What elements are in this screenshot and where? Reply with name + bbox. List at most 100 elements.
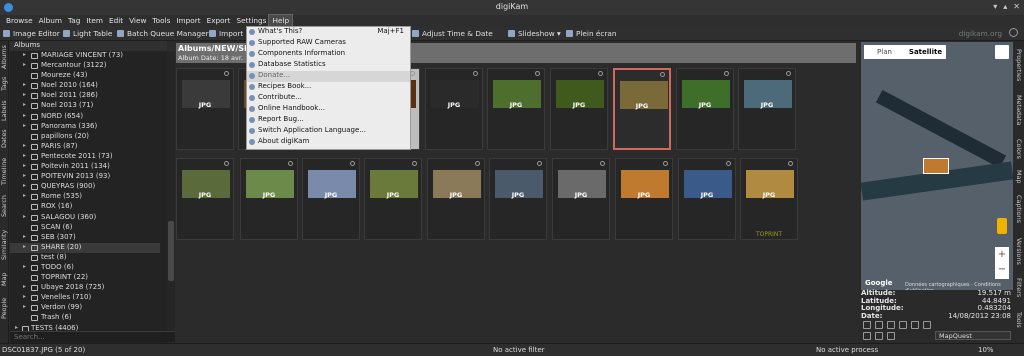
tab-labels[interactable]: Labels xyxy=(0,97,9,125)
map-select-icon[interactable] xyxy=(899,321,907,329)
batch-queue-button[interactable]: Batch Queue Manager xyxy=(117,29,209,38)
album-tree-item[interactable]: SCAN (6) xyxy=(10,223,160,233)
thumbnail-info-icon[interactable] xyxy=(473,71,478,76)
tab-properties[interactable]: Properties xyxy=(1014,43,1023,87)
menu-import[interactable]: Import xyxy=(173,15,203,27)
image-editor-button[interactable]: Image Editor xyxy=(3,29,60,38)
help-menu-item[interactable]: Database Statistics xyxy=(247,60,410,71)
expand-arrow-icon[interactable]: ▸ xyxy=(23,81,26,88)
thumbnail-info-icon[interactable] xyxy=(224,161,229,166)
album-tree-item[interactable]: ▸ SHARE (20) xyxy=(10,242,160,253)
menu-export[interactable]: Export xyxy=(204,15,234,27)
tab-colors[interactable]: Colors xyxy=(1014,133,1023,165)
brand-link[interactable]: digikam.org xyxy=(959,29,1002,38)
album-tree-item[interactable]: ROX (16) xyxy=(10,202,160,212)
expand-arrow-icon[interactable]: ▸ xyxy=(23,112,26,119)
thumbnail-info-icon[interactable] xyxy=(288,161,293,166)
album-tree-item[interactable]: Trash (6) xyxy=(10,313,160,323)
maximize-icon[interactable]: ▴ xyxy=(1003,2,1007,11)
album-tree-item[interactable]: ▸ TODO (6) xyxy=(10,263,160,273)
thumbnail-item[interactable]: JPG xyxy=(552,158,610,240)
album-tree-item[interactable]: ▸ Noel 2010 (164) xyxy=(10,81,160,91)
thumbnail-info-icon[interactable] xyxy=(663,161,668,166)
zoom-in-icon[interactable]: + xyxy=(995,247,1009,262)
menu-item[interactable]: Item xyxy=(83,15,106,27)
menu-view[interactable]: View xyxy=(126,15,149,27)
expand-arrow-icon[interactable]: ▸ xyxy=(23,293,26,300)
album-tree-item[interactable]: ▸ QUEYRAS (900) xyxy=(10,182,160,192)
tab-captions[interactable]: Captions xyxy=(1014,189,1023,229)
album-tree-item[interactable]: ▸ Rome (535) xyxy=(10,192,160,202)
expand-arrow-icon[interactable]: ▸ xyxy=(23,172,26,179)
adjust-time-button[interactable]: Adjust Time & Date xyxy=(412,29,493,38)
map-zoom-control[interactable]: + − xyxy=(995,247,1009,279)
zoom-out-icon[interactable]: − xyxy=(995,262,1009,277)
expand-arrow-icon[interactable]: ▸ xyxy=(23,243,26,250)
album-tree-item[interactable]: test (8) xyxy=(10,253,160,263)
scrollbar-thumb[interactable] xyxy=(168,221,174,281)
album-tree-item[interactable]: ▸ Venelles (710) xyxy=(10,293,160,303)
map-filter-icon[interactable] xyxy=(911,321,919,329)
thumbnail-info-icon[interactable] xyxy=(788,161,793,166)
thumbnail-info-icon[interactable] xyxy=(600,161,605,166)
thumbnail-info-icon[interactable] xyxy=(786,71,791,76)
map-sort-icon[interactable] xyxy=(863,332,871,340)
expand-arrow-icon[interactable]: ▸ xyxy=(23,162,26,169)
tab-map-right[interactable]: Map xyxy=(1014,167,1023,187)
thumbnail-item[interactable]: JPG xyxy=(240,158,298,240)
album-tree-item[interactable]: ▸ MARIAGE VINCENT (73) xyxy=(10,51,160,61)
album-tree-item[interactable]: ▸ SALAGOU (360) xyxy=(10,213,160,223)
thumbnail-item[interactable]: JPG xyxy=(550,68,608,150)
thumbnail-item[interactable]: JPG xyxy=(176,68,234,150)
map-fit-icon[interactable] xyxy=(887,321,895,329)
import-button[interactable]: Import xyxy=(209,29,243,38)
album-tree-item[interactable]: ▸ Mercantour (3122) xyxy=(10,61,160,71)
thumbnail-info-icon[interactable] xyxy=(535,71,540,76)
album-tree-item[interactable]: Moureze (43) xyxy=(10,71,160,81)
map-tab-plan[interactable]: Plan xyxy=(864,45,905,59)
album-tree-scrollbar[interactable] xyxy=(167,51,175,333)
thumbnail-item[interactable]: JPG xyxy=(678,158,736,240)
menu-tag[interactable]: Tag xyxy=(65,15,83,27)
thumbnail-item[interactable]: JPG TOPRINT xyxy=(740,158,798,240)
help-menu-item[interactable]: Components Information xyxy=(247,49,410,60)
tab-tools[interactable]: Tools xyxy=(1014,305,1023,335)
help-menu-item[interactable]: About digiKam xyxy=(247,137,410,148)
thumbnail-item[interactable]: JPG xyxy=(427,158,485,240)
tab-dates[interactable]: Dates xyxy=(0,127,9,151)
album-tree-item[interactable]: ▸ Ubaye 2018 (725) xyxy=(10,283,160,293)
help-menu-item[interactable]: Switch Application Language... xyxy=(247,126,410,137)
album-tree-item[interactable]: ▸ PARIS (87) xyxy=(10,142,160,152)
tab-filters[interactable]: Filters xyxy=(1014,273,1023,303)
map-photo-marker[interactable] xyxy=(923,158,949,174)
thumbnail-info-icon[interactable] xyxy=(350,161,355,166)
map-tab-satellite[interactable]: Satellite xyxy=(905,45,946,59)
thumbnail-info-icon[interactable] xyxy=(598,71,603,76)
tab-metadata[interactable]: Metadata xyxy=(1014,89,1023,131)
tab-versions[interactable]: Versions xyxy=(1014,231,1023,271)
map-grid-icon[interactable] xyxy=(875,332,883,340)
help-menu-item[interactable]: Online Handbook... xyxy=(247,104,410,115)
map-fullscreen-icon[interactable] xyxy=(995,45,1009,59)
thumbnail-info-icon[interactable] xyxy=(537,161,542,166)
tab-map[interactable]: Map xyxy=(0,269,9,289)
map-options-icon[interactable] xyxy=(887,332,895,340)
album-tree-item[interactable]: ▸ Verdon (99) xyxy=(10,303,160,313)
tab-search[interactable]: Search xyxy=(0,191,9,221)
menu-edit[interactable]: Edit xyxy=(106,15,126,27)
street-view-pegman-icon[interactable] xyxy=(997,218,1007,234)
expand-arrow-icon[interactable]: ▸ xyxy=(23,152,26,159)
expand-arrow-icon[interactable]: ▸ xyxy=(23,192,26,199)
help-menu-item[interactable]: Contribute... xyxy=(247,93,410,104)
expand-arrow-icon[interactable]: ▸ xyxy=(23,213,26,220)
tab-people[interactable]: People xyxy=(0,291,9,325)
thumbnail-info-icon[interactable] xyxy=(726,161,731,166)
expand-arrow-icon[interactable]: ▸ xyxy=(23,101,26,108)
thumbnail-info-icon[interactable] xyxy=(224,71,229,76)
expand-arrow-icon[interactable]: ▸ xyxy=(23,263,26,270)
album-tree-item[interactable]: ▸ Noel 2013 (71) xyxy=(10,101,160,111)
expand-arrow-icon[interactable]: ▸ xyxy=(23,61,26,68)
help-menu-item[interactable]: Supported RAW Cameras xyxy=(247,38,410,49)
album-tree-item[interactable]: papillons (20) xyxy=(10,132,160,142)
expand-arrow-icon[interactable]: ▸ xyxy=(23,122,26,129)
